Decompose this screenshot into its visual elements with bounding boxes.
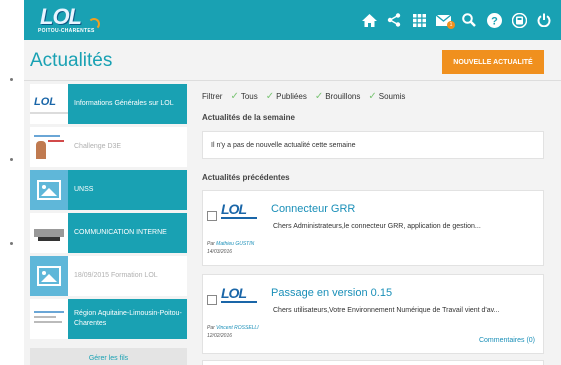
comments-link[interactable]: Commentaires (0) [479,337,535,344]
news-date: 14/03/2016 [207,249,233,255]
filter-submitted[interactable]: ✓ Soumis [368,91,405,102]
news-excerpt: Chers utilisateurs,Votre Environnement N… [273,307,500,314]
author-name[interactable]: Mathieu GUSTIN [216,241,254,247]
app-frame: LOL POITOU-CHARENTES 1 ? Actualités NOUV… [24,0,561,365]
feed-item-label: UNSS [74,186,94,193]
lol-logo[interactable]: LOL POITOU-CHARENTES [36,4,106,38]
search-icon[interactable] [458,9,480,31]
feed-item-label: Région Aquitaine-Limousin-Poitou-Charent… [74,310,182,327]
new-news-button[interactable]: NOUVELLE ACTUALITÉ [442,50,544,74]
check-icon: ✓ [368,91,377,102]
page-title: Actualités [30,50,113,71]
mail-icon[interactable]: 1 [433,9,455,31]
feed-item-label: Informations Générales sur LOL [74,100,174,107]
filter-option-label: Soumis [378,92,406,101]
share-icon[interactable] [383,9,405,31]
news-title[interactable]: Connecteur GRR [271,203,355,215]
previous-section-title: Actualités précédentes [202,173,290,182]
news-author: Par Vincent ROSSELLI [207,325,259,331]
check-icon: ✓ [314,91,324,102]
filter-all[interactable]: ✓ Tous [230,91,257,102]
author-prefix: Par [207,325,215,331]
feed-thumb-placeholder [30,256,68,296]
filter-option-label: Tous [240,92,258,101]
news-logo: LOL [221,283,261,313]
author-prefix: Par [207,241,215,247]
week-empty-notice: Il n'y a pas de nouvelle actualité cette… [202,131,544,159]
top-bar: LOL POITOU-CHARENTES 1 ? [24,0,561,40]
logo-text: LOL [40,4,82,29]
apps-grid-icon[interactable] [408,9,430,31]
home-icon[interactable] [358,9,380,31]
filter-published[interactable]: ✓ Publiées [266,91,307,102]
feed-thumb-placeholder [30,170,68,210]
left-margin [0,0,24,365]
profile-icon[interactable] [508,9,530,31]
logo-subtitle: POITOU-CHARENTES [38,28,95,34]
filter-option-label: Publiées [276,92,307,101]
feed-item-communication[interactable]: COMMUNICATION INTERNE [30,213,187,253]
news-logo: LOL [221,199,261,229]
select-checkbox[interactable] [207,295,217,305]
filter-option-label: Brouillons [325,92,361,101]
author-name[interactable]: Vincent ROSSELLI [216,325,258,331]
week-section-title: Actualités de la semaine [202,113,295,122]
feed-item-challenge[interactable]: Challenge D3E [30,127,187,167]
check-icon: ✓ [230,91,239,102]
header-divider [24,80,561,81]
feed-item-region[interactable]: Région Aquitaine-Limousin-Poitou-Charent… [30,299,187,339]
feed-thumb-photo [30,127,68,167]
feed-item-unss[interactable]: UNSS [30,170,187,210]
feed-item-label: COMMUNICATION INTERNE [74,229,167,236]
news-card[interactable]: LOL Passage en version 0.15 Chers utilis… [202,274,544,354]
feed-item-label: Challenge D3E [74,143,122,150]
news-date: 12/02/2016 [207,333,233,339]
news-card[interactable]: LOL Connecteur GRR Chers Administrateurs… [202,190,544,266]
feed-item-general[interactable]: LOL Informations Générales sur LOL [30,84,187,124]
top-icons: 1 ? [355,0,555,40]
filter-bar: Filtrer ✓ Tous ✓ Publiées ✓ Brouillons ✓ Sou… [202,91,405,102]
filter-label: Filtrer [202,92,223,101]
manage-feeds-button[interactable]: Gérer les fils [30,348,187,365]
news-excerpt: Chers Administrateurs,le connecteur GRR,… [273,223,481,230]
news-author: Par Mathieu GUSTIN [207,241,254,247]
feed-thumb-document [30,299,68,339]
feed-thumb-lol: LOL [30,84,68,124]
help-icon[interactable]: ? [483,9,505,31]
filter-drafts[interactable]: ✓ Brouillons [315,91,361,102]
check-icon: ✓ [265,91,275,102]
mail-badge: 1 [447,21,455,29]
feed-list: LOL Informations Générales sur LOL Chall… [30,84,187,342]
news-card[interactable] [202,360,544,365]
feed-item-formation[interactable]: 18/09/2015 Formation LOL [30,256,187,296]
svg-text:?: ? [491,15,498,27]
feed-item-label: 18/09/2015 Formation LOL [74,272,158,279]
feed-thumb-people [30,213,68,253]
news-title[interactable]: Passage en version 0.15 [271,287,392,299]
power-icon[interactable] [533,9,555,31]
select-checkbox[interactable] [207,211,217,221]
